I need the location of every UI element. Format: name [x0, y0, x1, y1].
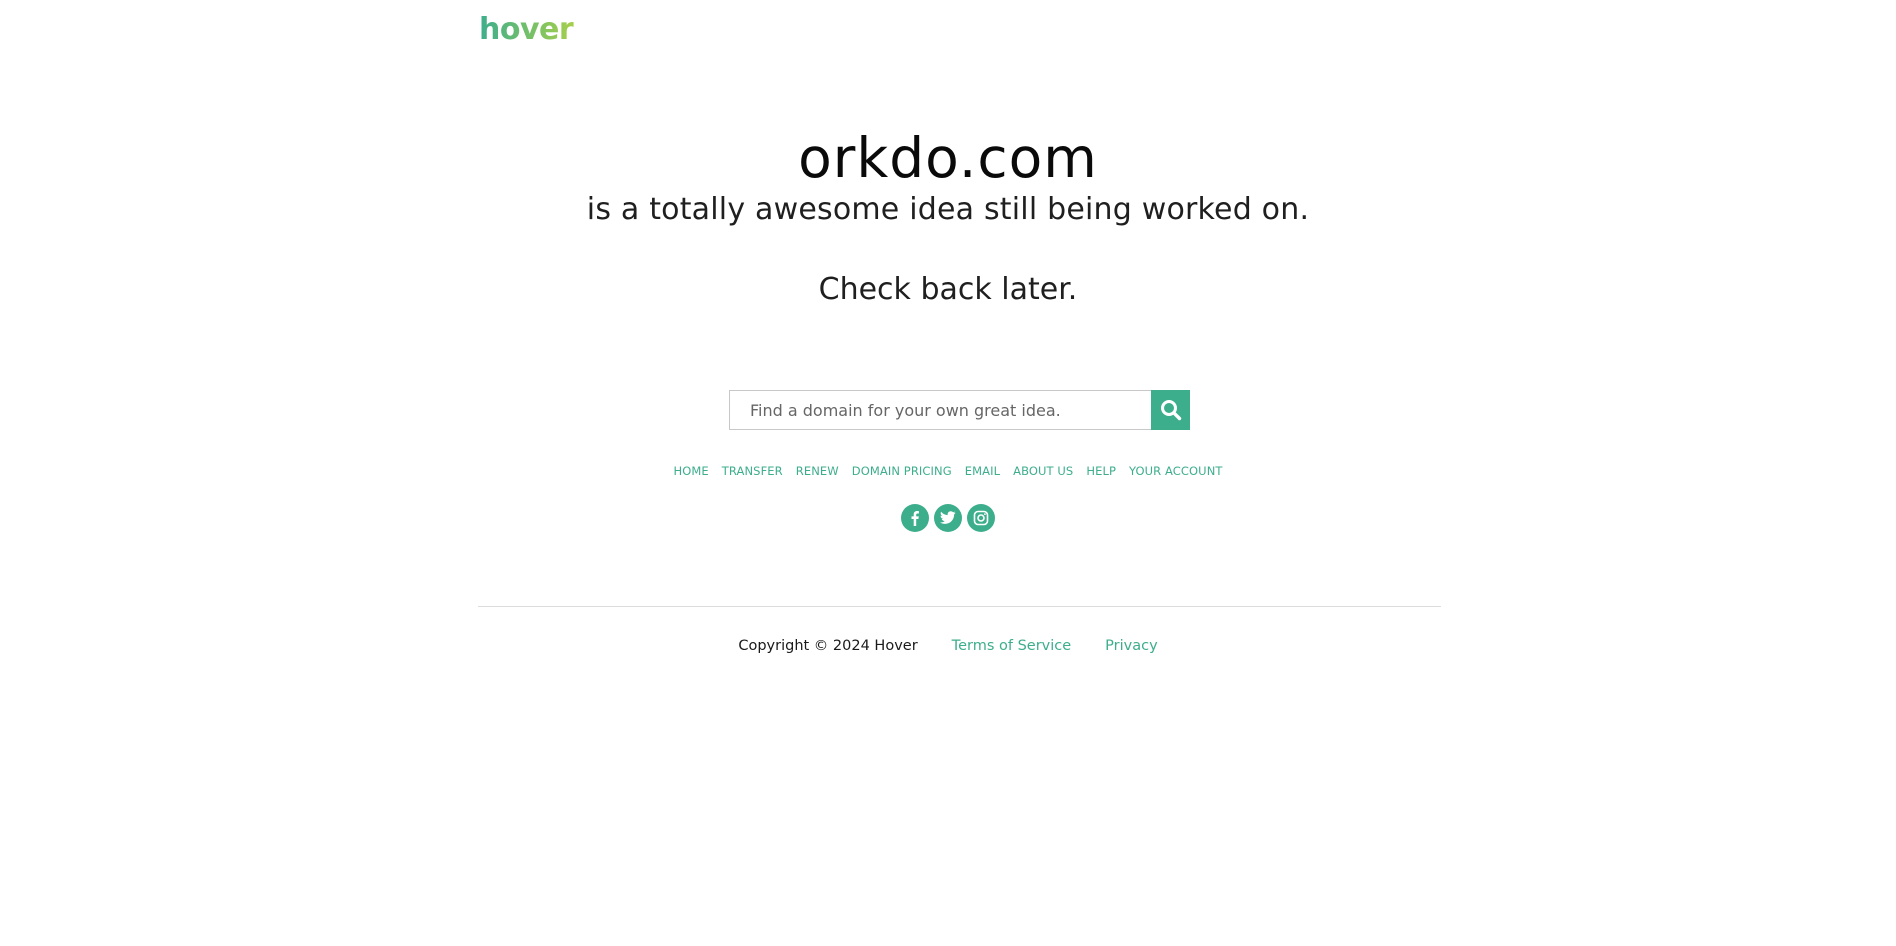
- domain-search-input[interactable]: [729, 390, 1151, 430]
- facebook-link[interactable]: [901, 504, 929, 532]
- hover-logo-wordmark: hover: [479, 12, 574, 45]
- instagram-link[interactable]: [967, 504, 995, 532]
- instagram-icon: [973, 510, 989, 526]
- terms-of-service-link[interactable]: Terms of Service: [952, 636, 1071, 656]
- nav-link-renew[interactable]: RENEW: [796, 463, 839, 479]
- nav-link-email[interactable]: EMAIL: [965, 463, 1000, 479]
- copyright-text: Copyright © 2024 Hover: [738, 638, 918, 654]
- twitter-icon: [940, 511, 956, 524]
- twitter-link[interactable]: [934, 504, 962, 532]
- nav-link-help[interactable]: HELP: [1086, 463, 1116, 479]
- nav-link-transfer[interactable]: TRANSFER: [722, 463, 783, 479]
- nav-link-home[interactable]: HOME: [673, 463, 708, 479]
- nav-link-your-account[interactable]: YOUR ACCOUNT: [1129, 463, 1223, 479]
- social-links: [0, 504, 1896, 532]
- privacy-link[interactable]: Privacy: [1105, 636, 1158, 656]
- nav-link-about-us[interactable]: ABOUT US: [1013, 463, 1073, 479]
- nav-link-domain-pricing[interactable]: DOMAIN PRICING: [852, 463, 952, 479]
- domain-title: orkdo.com: [798, 126, 1098, 190]
- facebook-icon: [911, 511, 919, 526]
- footer-divider: [478, 606, 1441, 607]
- logo-text: hover: [479, 12, 574, 45]
- domain-search-form: [729, 390, 1190, 430]
- search-button[interactable]: [1151, 390, 1190, 430]
- check-back-message: Check back later.: [818, 272, 1078, 307]
- parked-domain-page: hover orkdo.com is a totally awesome ide…: [0, 0, 1896, 946]
- hover-logo[interactable]: hover: [479, 8, 583, 48]
- footer-nav: HOME TRANSFER RENEW DOMAIN PRICING EMAIL…: [0, 463, 1896, 479]
- page-footer: Copyright © 2024 Hover Terms of Service …: [0, 636, 1896, 656]
- search-icon: [1160, 400, 1181, 421]
- tagline: is a totally awesome idea still being wo…: [586, 192, 1310, 227]
